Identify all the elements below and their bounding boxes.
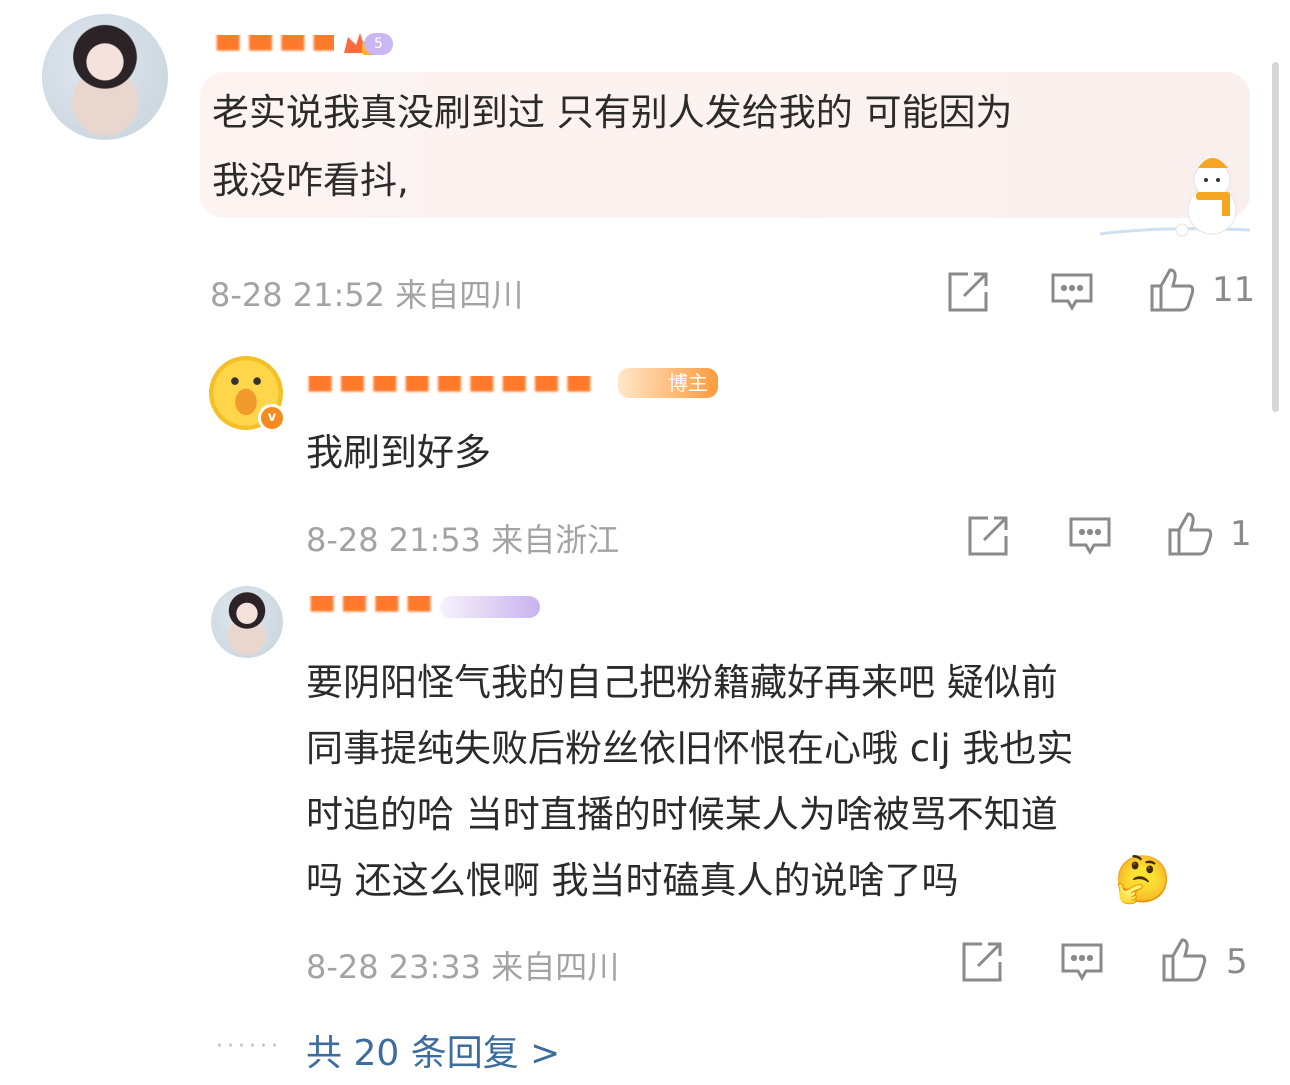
- comment-text-line: 我没咋看抖,: [212, 159, 409, 202]
- comment-meta: 8-28 23:33 来自四川: [306, 948, 620, 986]
- username-obscured[interactable]: ■■■■■■■■■: [306, 376, 606, 398]
- separator-dots: ······: [216, 1034, 282, 1059]
- like-count: 5: [1226, 942, 1248, 982]
- repost-icon[interactable]: [960, 940, 1004, 984]
- repost-icon[interactable]: [946, 270, 990, 314]
- comment-icon[interactable]: [1068, 516, 1112, 556]
- comment-text-line: 要阴阳怪气我的自己把粉籍藏好再来吧 疑似前: [306, 661, 1058, 704]
- repost-icon[interactable]: [966, 514, 1010, 558]
- like-count: 1: [1230, 514, 1252, 554]
- like-icon[interactable]: [1160, 936, 1208, 984]
- snowman-decoration: [1099, 154, 1260, 240]
- comment-text-line: 老实说我真没刷到过 只有别人发给我的 可能因为: [212, 91, 1013, 134]
- avatar[interactable]: [211, 586, 283, 658]
- comment-text-line: 时追的哈 当时直播的时候某人为啥被骂不知道: [306, 793, 1058, 836]
- fan-level-badge: 5: [342, 31, 450, 57]
- fan-badge: [440, 596, 540, 618]
- fan-badge-label: 5: [364, 33, 393, 55]
- comment-meta: 8-28 21:52 来自四川: [210, 276, 524, 314]
- username-obscured[interactable]: ■■■■: [308, 596, 438, 618]
- like-count: 11: [1212, 270, 1256, 310]
- avatar[interactable]: [42, 14, 168, 140]
- like-icon[interactable]: [1148, 266, 1196, 314]
- username-obscured[interactable]: ■■■■■: [214, 35, 334, 57]
- scrollbar-thumb[interactable]: [1272, 62, 1279, 412]
- comment-text: 我刷到好多: [306, 431, 491, 474]
- comment-icon[interactable]: [1060, 942, 1104, 982]
- verified-badge: v: [258, 404, 286, 432]
- comment-icon[interactable]: [1050, 272, 1094, 312]
- comment-meta: 8-28 21:53 来自浙江: [306, 521, 620, 559]
- author-badge: 博主: [618, 368, 718, 398]
- thinking-emoji: 🤔: [1114, 852, 1172, 906]
- more-replies-link[interactable]: 共 20 条回复 >: [306, 1024, 560, 1076]
- comment-text-line: 同事提纯失败后粉丝依旧怀恨在心哦 clj 我也实: [306, 727, 1074, 770]
- comment-text-line: 吗 还这么恨啊 我当时磕真人的说啥了吗: [306, 859, 959, 902]
- comment-bubble: 老实说我真没刷到过 只有别人发给我的 可能因为 我没咋看抖,: [200, 72, 1251, 237]
- like-icon[interactable]: [1166, 510, 1214, 558]
